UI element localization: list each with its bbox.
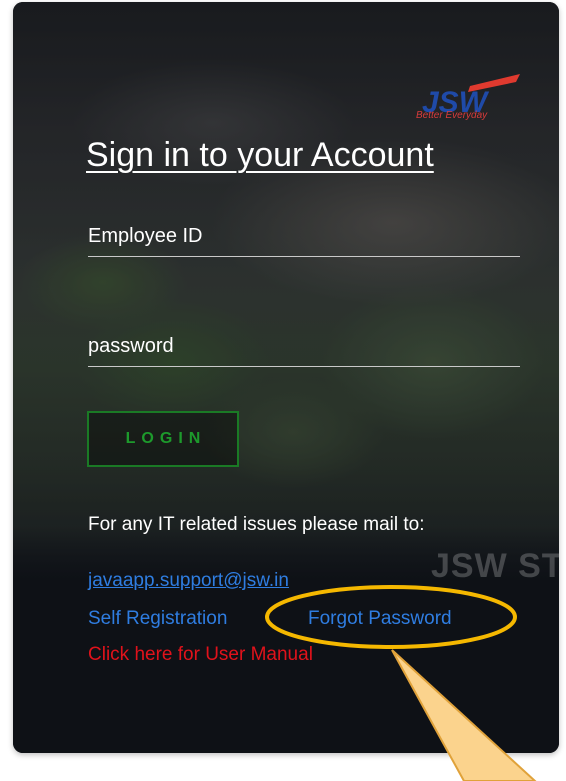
self-registration-link[interactable]: Self Registration — [88, 608, 227, 630]
login-button[interactable]: LOGIN — [87, 411, 239, 467]
page-title: Sign in to your Account — [86, 136, 434, 174]
it-support-note: For any IT related issues please mail to… — [88, 514, 425, 535]
login-card: JSW ST JSW Better Everyday Sign in to yo… — [13, 2, 559, 753]
employee-id-field[interactable] — [88, 216, 520, 257]
background-watermark: JSW ST — [431, 547, 559, 585]
logo-tagline: Better Everyday — [416, 110, 488, 121]
password-field[interactable] — [88, 326, 520, 367]
support-email-link[interactable]: javaapp.support@jsw.in — [88, 570, 289, 592]
forgot-password-link[interactable]: Forgot Password — [308, 608, 452, 630]
page: JSW ST JSW Better Everyday Sign in to yo… — [0, 0, 566, 781]
user-manual-link[interactable]: Click here for User Manual — [88, 644, 313, 666]
